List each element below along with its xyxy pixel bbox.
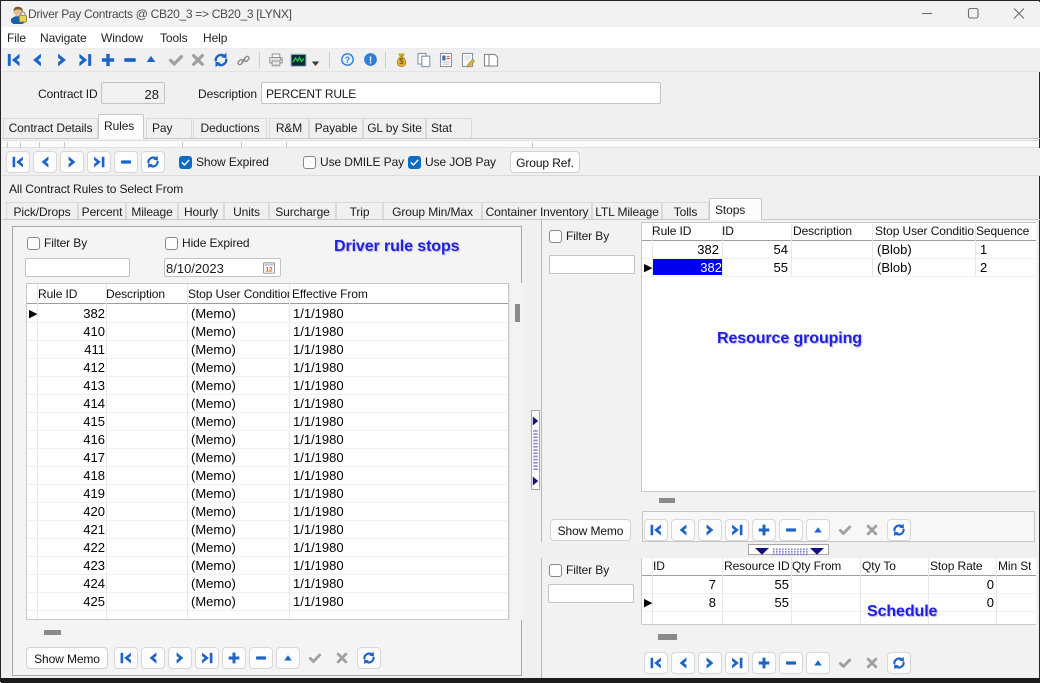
svg-text:!: !: [369, 55, 372, 66]
svg-text:12: 12: [265, 267, 273, 274]
svg-text:$: $: [399, 57, 404, 66]
svg-text:?: ?: [345, 55, 350, 65]
